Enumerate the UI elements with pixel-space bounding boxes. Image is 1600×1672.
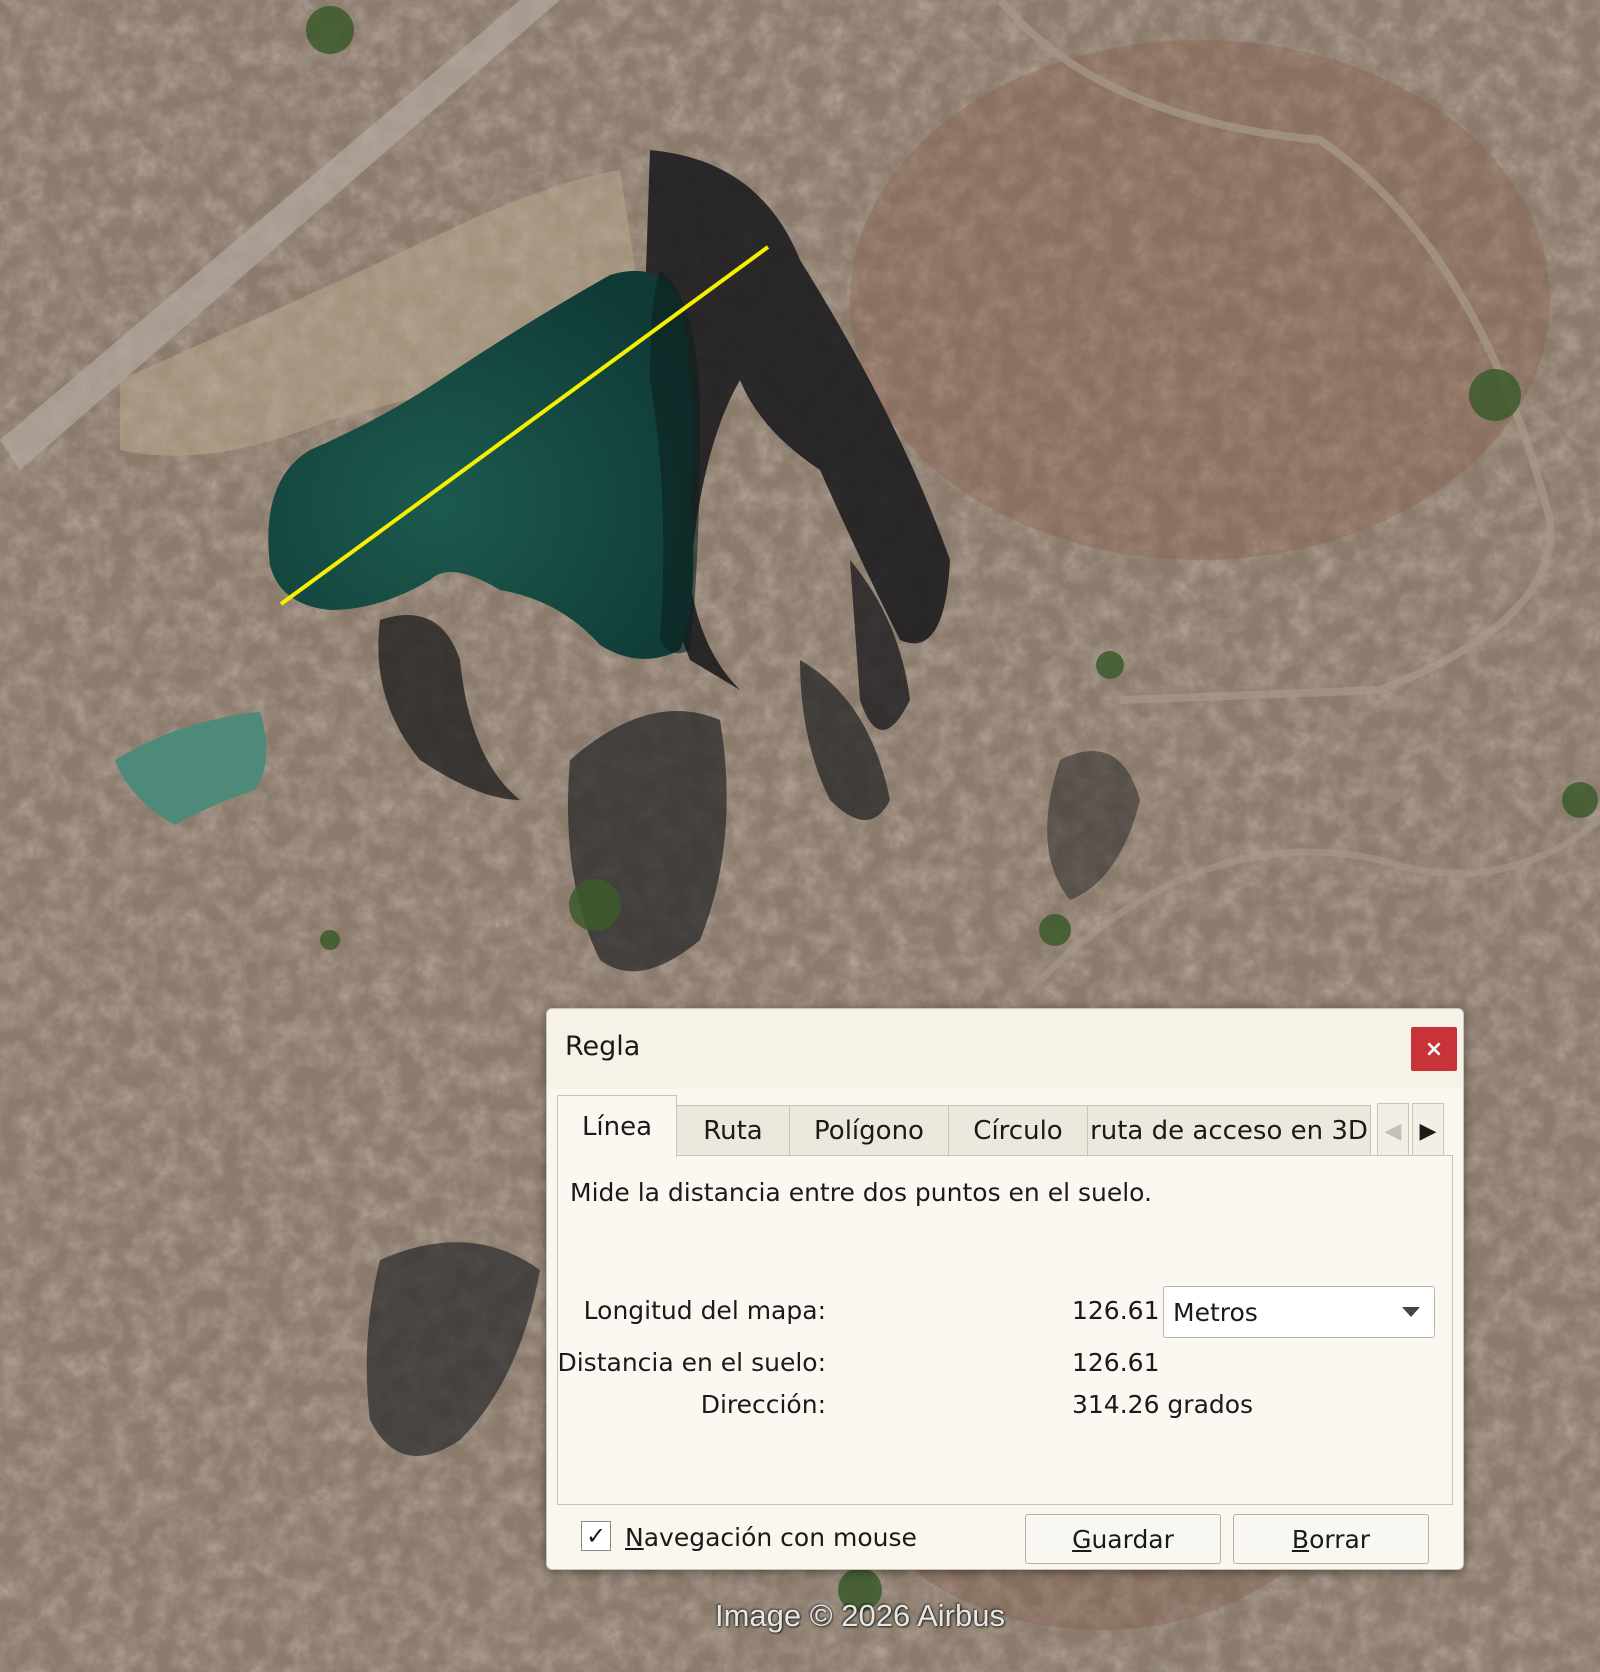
map-length-value: 126.61 [1072, 1296, 1160, 1325]
ruler-dialog: Regla × Línea Ruta Polígono Círculo ruta… [546, 1008, 1464, 1570]
chevron-left-icon: ◀ [1384, 1118, 1402, 1144]
ground-distance-label: Distancia en el suelo: [557, 1348, 826, 1377]
unit-select-value: Metros [1173, 1297, 1258, 1327]
tab-scroll-right-button[interactable]: ▶ [1412, 1103, 1444, 1159]
tab-bar: Línea Ruta Polígono Círculo ruta de acce… [557, 1095, 1453, 1159]
label-text: avegación con mouse [643, 1523, 917, 1552]
chevron-down-icon [1402, 1307, 1420, 1317]
heading-label: Dirección: [700, 1390, 826, 1419]
tab-label: Polígono [814, 1115, 924, 1146]
button-label: orrar [1309, 1524, 1371, 1554]
tab-ruta-3d[interactable]: ruta de acceso en 3D [1087, 1105, 1371, 1155]
close-button[interactable]: × [1411, 1027, 1457, 1071]
mnemonic-letter: B [1291, 1524, 1310, 1554]
tab-ruta[interactable]: Ruta [676, 1105, 790, 1155]
tab-linea[interactable]: Línea [557, 1095, 677, 1157]
tab-description: Mide la distancia entre dos puntos en el… [570, 1178, 1152, 1207]
heading-value: 314.26 grados [1072, 1390, 1254, 1419]
chevron-right-icon: ▶ [1419, 1118, 1437, 1144]
tab-panel-linea: Mide la distancia entre dos puntos en el… [557, 1155, 1453, 1505]
tab-scroll-left-button[interactable]: ◀ [1377, 1103, 1409, 1159]
dialog-title: Regla [565, 1031, 641, 1062]
ground-distance-value: 126.61 [1072, 1348, 1160, 1377]
mnemonic-letter: G [1072, 1524, 1092, 1554]
checkmark-icon: ✓ [585, 1522, 607, 1550]
save-button[interactable]: Guardar [1025, 1514, 1221, 1564]
dialog-footer: ✓ Navegación con mouse Guardar Borrar [547, 1505, 1463, 1569]
imagery-attribution: Image © 2026 Airbus [715, 1598, 1005, 1633]
map-length-label: Longitud del mapa: [583, 1296, 826, 1325]
unit-select[interactable]: Metros [1163, 1286, 1435, 1338]
mouse-navigation-label[interactable]: Navegación con mouse [625, 1523, 917, 1552]
close-icon: × [1424, 1036, 1444, 1062]
tab-label: Línea [581, 1111, 653, 1142]
tab-poligono[interactable]: Polígono [789, 1105, 949, 1155]
clear-button[interactable]: Borrar [1233, 1514, 1429, 1564]
tab-label: Círculo [973, 1115, 1063, 1146]
dialog-titlebar[interactable]: Regla × [547, 1009, 1463, 1089]
tab-circulo[interactable]: Círculo [948, 1105, 1088, 1155]
tab-label: Ruta [703, 1115, 763, 1146]
mnemonic-letter: N [625, 1523, 644, 1552]
tab-label: ruta de acceso en 3D [1090, 1115, 1368, 1146]
mouse-navigation-checkbox[interactable]: ✓ [581, 1521, 611, 1551]
button-label: uardar [1091, 1524, 1174, 1554]
